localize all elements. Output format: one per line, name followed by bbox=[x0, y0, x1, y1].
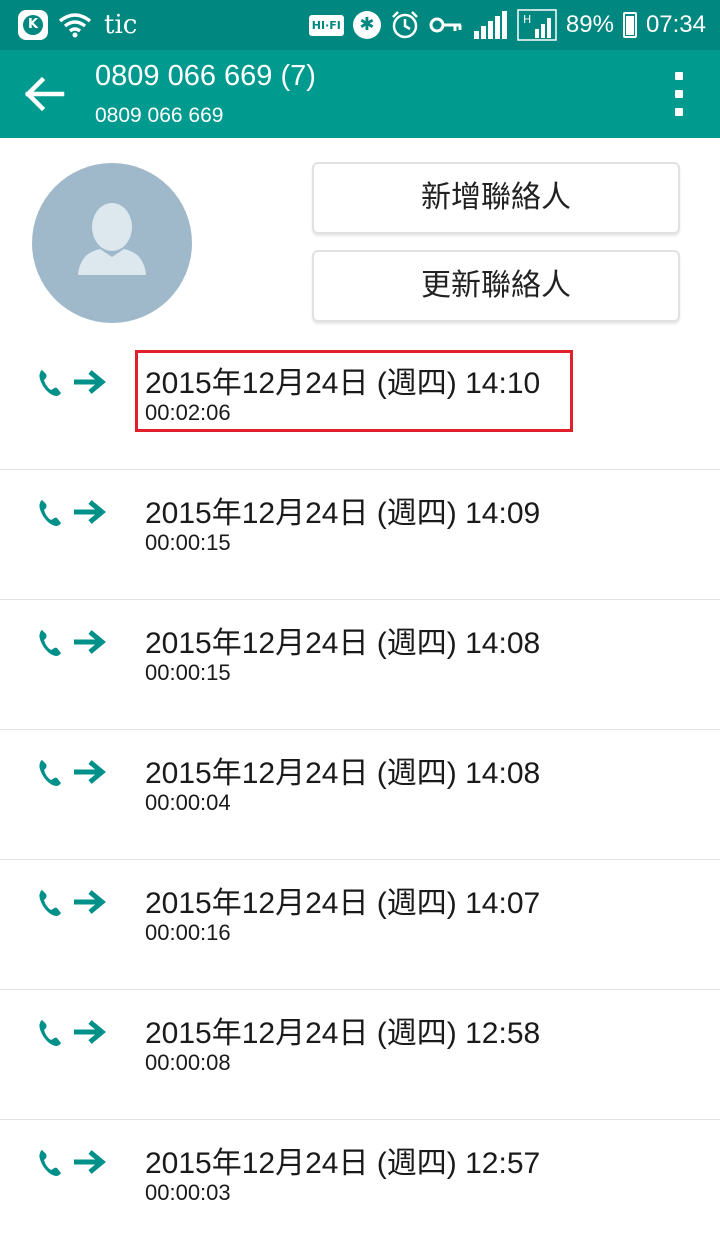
wifi-icon bbox=[58, 13, 92, 38]
call-datetime: 2015年12月24日 (週四) 14:08 bbox=[145, 757, 541, 790]
call-datetime: 2015年12月24日 (週四) 14:09 bbox=[145, 497, 541, 530]
key-icon bbox=[429, 17, 462, 33]
call-duration: 00:00:16 bbox=[145, 920, 231, 945]
call-duration: 00:00:15 bbox=[145, 530, 231, 555]
call-duration: 00:00:08 bbox=[145, 1050, 231, 1075]
person-placeholder-icon bbox=[78, 203, 146, 275]
outgoing-call-icon bbox=[39, 370, 106, 396]
signal-icon bbox=[473, 11, 507, 39]
battery-percent: 89% bbox=[565, 11, 614, 38]
outgoing-call-icon bbox=[39, 500, 106, 526]
clock: 07:34 bbox=[645, 11, 706, 38]
call-duration: 00:00:15 bbox=[145, 660, 231, 685]
status-bar: K tic HI·FI ✱ H 89% 07:34 bbox=[0, 0, 720, 50]
more-vert-icon[interactable] bbox=[672, 72, 686, 116]
outgoing-call-icon bbox=[39, 1020, 106, 1046]
page-title: 0809 066 669 (7) bbox=[95, 60, 316, 92]
call-log-row[interactable]: 2015年12月24日 (週四) 12:58 00:00:08 bbox=[0, 990, 720, 1120]
battery-icon bbox=[622, 12, 637, 38]
call-datetime: 2015年12月24日 (週四) 12:58 bbox=[145, 1017, 541, 1050]
alarm-icon bbox=[392, 11, 418, 39]
carrier-name: tic bbox=[104, 10, 138, 40]
call-log-row[interactable]: 2015年12月24日 (週四) 12:57 00:00:03 bbox=[0, 1120, 720, 1249]
add-contact-button[interactable]: 新增聯絡人 bbox=[312, 162, 680, 234]
outgoing-call-icon bbox=[39, 890, 106, 916]
avatar bbox=[32, 163, 192, 323]
toolbar: 0809 066 669 (7) 0809 066 669 bbox=[0, 50, 720, 138]
signal-h-icon: H bbox=[517, 9, 557, 41]
call-log-row[interactable]: 2015年12月24日 (週四) 14:10 00:02:06 bbox=[0, 340, 720, 470]
outgoing-call-icon bbox=[39, 1150, 106, 1176]
call-datetime: 2015年12月24日 (週四) 14:07 bbox=[145, 887, 541, 920]
call-duration: 00:00:03 bbox=[145, 1180, 231, 1205]
back-arrow-icon[interactable] bbox=[22, 72, 66, 116]
call-datetime: 2015年12月24日 (週四) 14:08 bbox=[145, 627, 541, 660]
call-log-row[interactable]: 2015年12月24日 (週四) 14:08 00:00:15 bbox=[0, 600, 720, 730]
app-k-icon: K bbox=[18, 10, 48, 40]
page-subtitle: 0809 066 669 bbox=[95, 104, 224, 127]
call-log-row[interactable]: 2015年12月24日 (週四) 14:09 00:00:15 bbox=[0, 470, 720, 600]
svg-text:H: H bbox=[523, 13, 531, 26]
call-log-row[interactable]: 2015年12月24日 (週四) 14:07 00:00:16 bbox=[0, 860, 720, 990]
call-duration: 00:02:06 bbox=[145, 400, 231, 425]
outgoing-call-icon bbox=[39, 760, 106, 786]
call-duration: 00:00:04 bbox=[145, 790, 231, 815]
call-datetime: 2015年12月24日 (週四) 12:57 bbox=[145, 1147, 541, 1180]
call-datetime: 2015年12月24日 (週四) 14:10 bbox=[145, 367, 541, 400]
call-log-row[interactable]: 2015年12月24日 (週四) 14:08 00:00:04 bbox=[0, 730, 720, 860]
bluetooth-icon: ✱ bbox=[352, 11, 381, 39]
outgoing-call-icon bbox=[39, 630, 106, 656]
call-history-list: 2015年12月24日 (週四) 14:10 00:02:06 2015年12月… bbox=[0, 340, 720, 1249]
hifi-icon: HI·FI bbox=[308, 14, 344, 36]
update-contact-button[interactable]: 更新聯絡人 bbox=[312, 250, 680, 322]
